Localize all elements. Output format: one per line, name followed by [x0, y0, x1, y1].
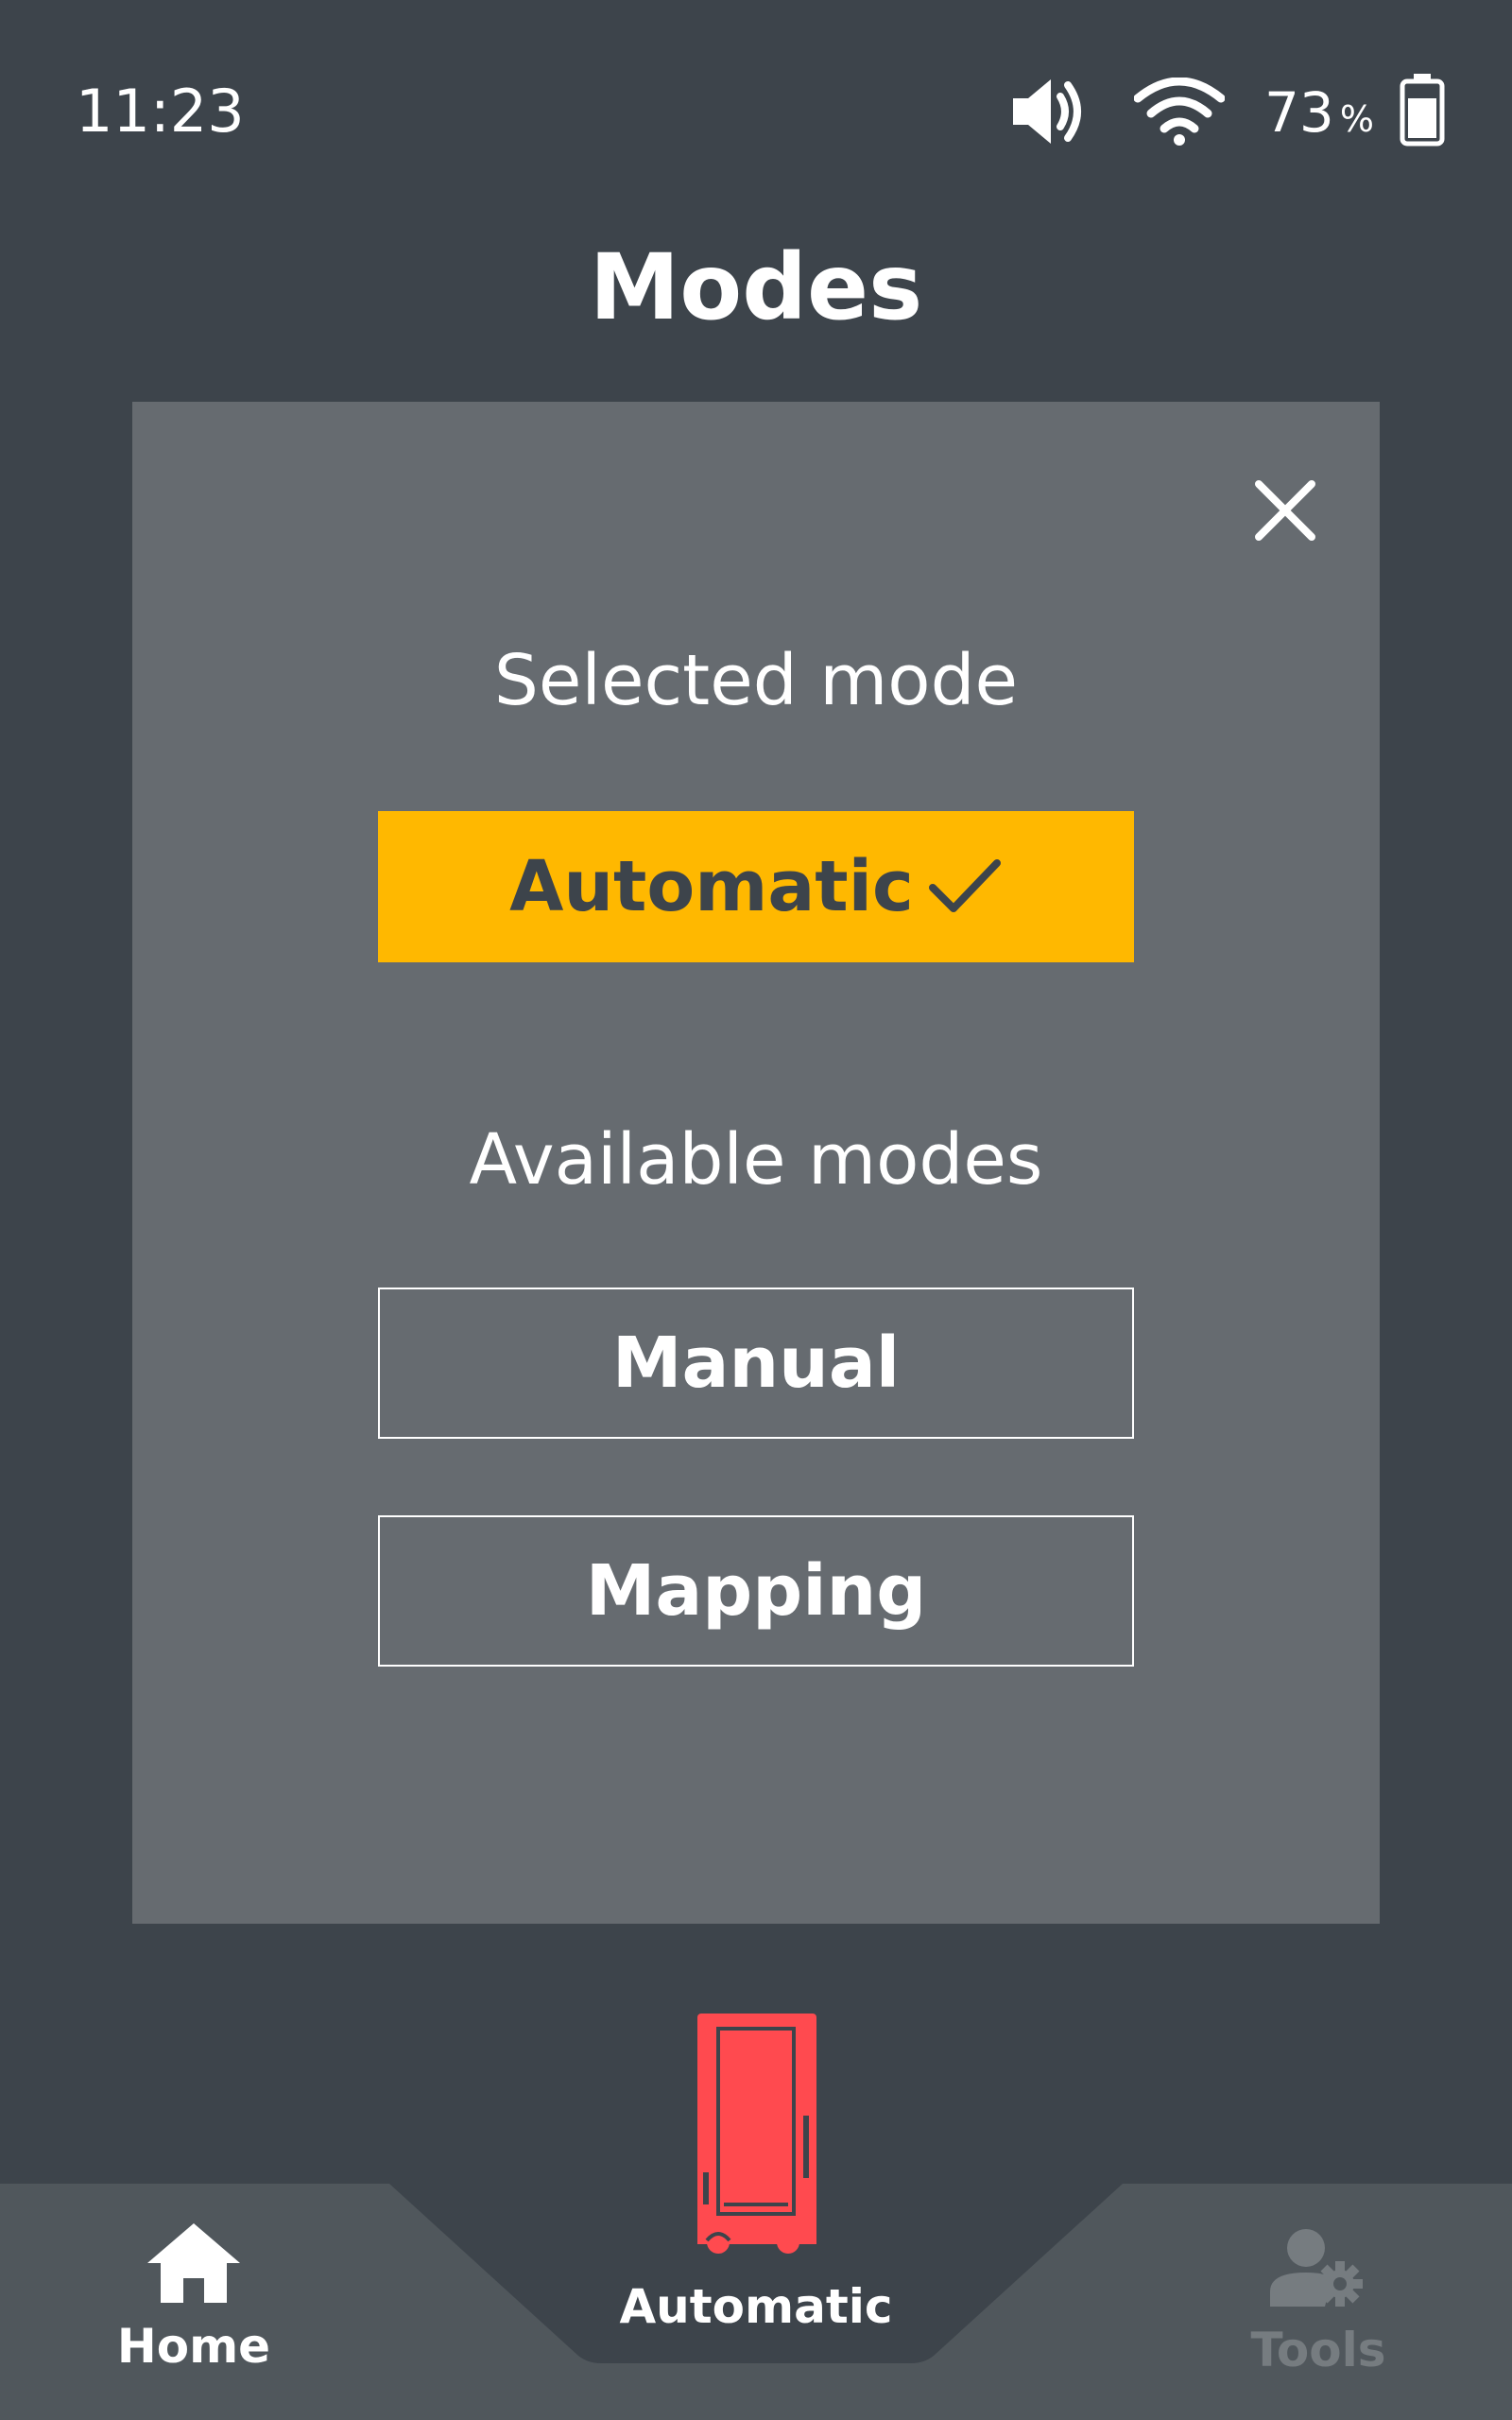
nav-tools[interactable]: Tools [1210, 2225, 1427, 2378]
available-modes-heading: Available modes [469, 1119, 1043, 1201]
nav-home[interactable]: Home [85, 2218, 302, 2375]
volume-icon [1013, 79, 1081, 144]
battery-percentage: 73% [1264, 79, 1374, 152]
status-time: 11:23 [76, 77, 245, 146]
page-title: Modes [589, 234, 923, 340]
battery-value: 73 [1264, 80, 1334, 145]
home-icon [147, 2223, 240, 2303]
close-button[interactable] [1228, 454, 1342, 567]
mode-manual-button[interactable]: Manual [378, 1288, 1134, 1439]
selected-mode-label: Automatic [509, 846, 914, 927]
check-icon [928, 859, 1001, 913]
nav-home-label: Home [116, 2319, 271, 2374]
modes-dialog: Selected mode Automatic Available modes … [132, 402, 1380, 1924]
close-icon [1255, 480, 1315, 541]
mode-mapping-button[interactable]: Mapping [378, 1515, 1134, 1667]
user-settings-icon [1270, 2229, 1363, 2307]
battery-icon [1400, 74, 1445, 147]
wifi-icon [1134, 78, 1225, 146]
robot-vehicle-icon [697, 2014, 816, 2254]
status-bar: 11:23 73% [0, 0, 1512, 227]
nav-automatic-label: Automatic [619, 2279, 893, 2334]
selected-mode-heading: Selected mode [493, 640, 1019, 721]
battery-unit: % [1339, 98, 1374, 140]
bottom-navigation: Home Automatic Tools [0, 2014, 1512, 2420]
nav-automatic[interactable]: Automatic [567, 2014, 945, 2335]
selected-mode-automatic-button[interactable]: Automatic [378, 811, 1134, 962]
nav-tools-label: Tools [1250, 2323, 1386, 2377]
